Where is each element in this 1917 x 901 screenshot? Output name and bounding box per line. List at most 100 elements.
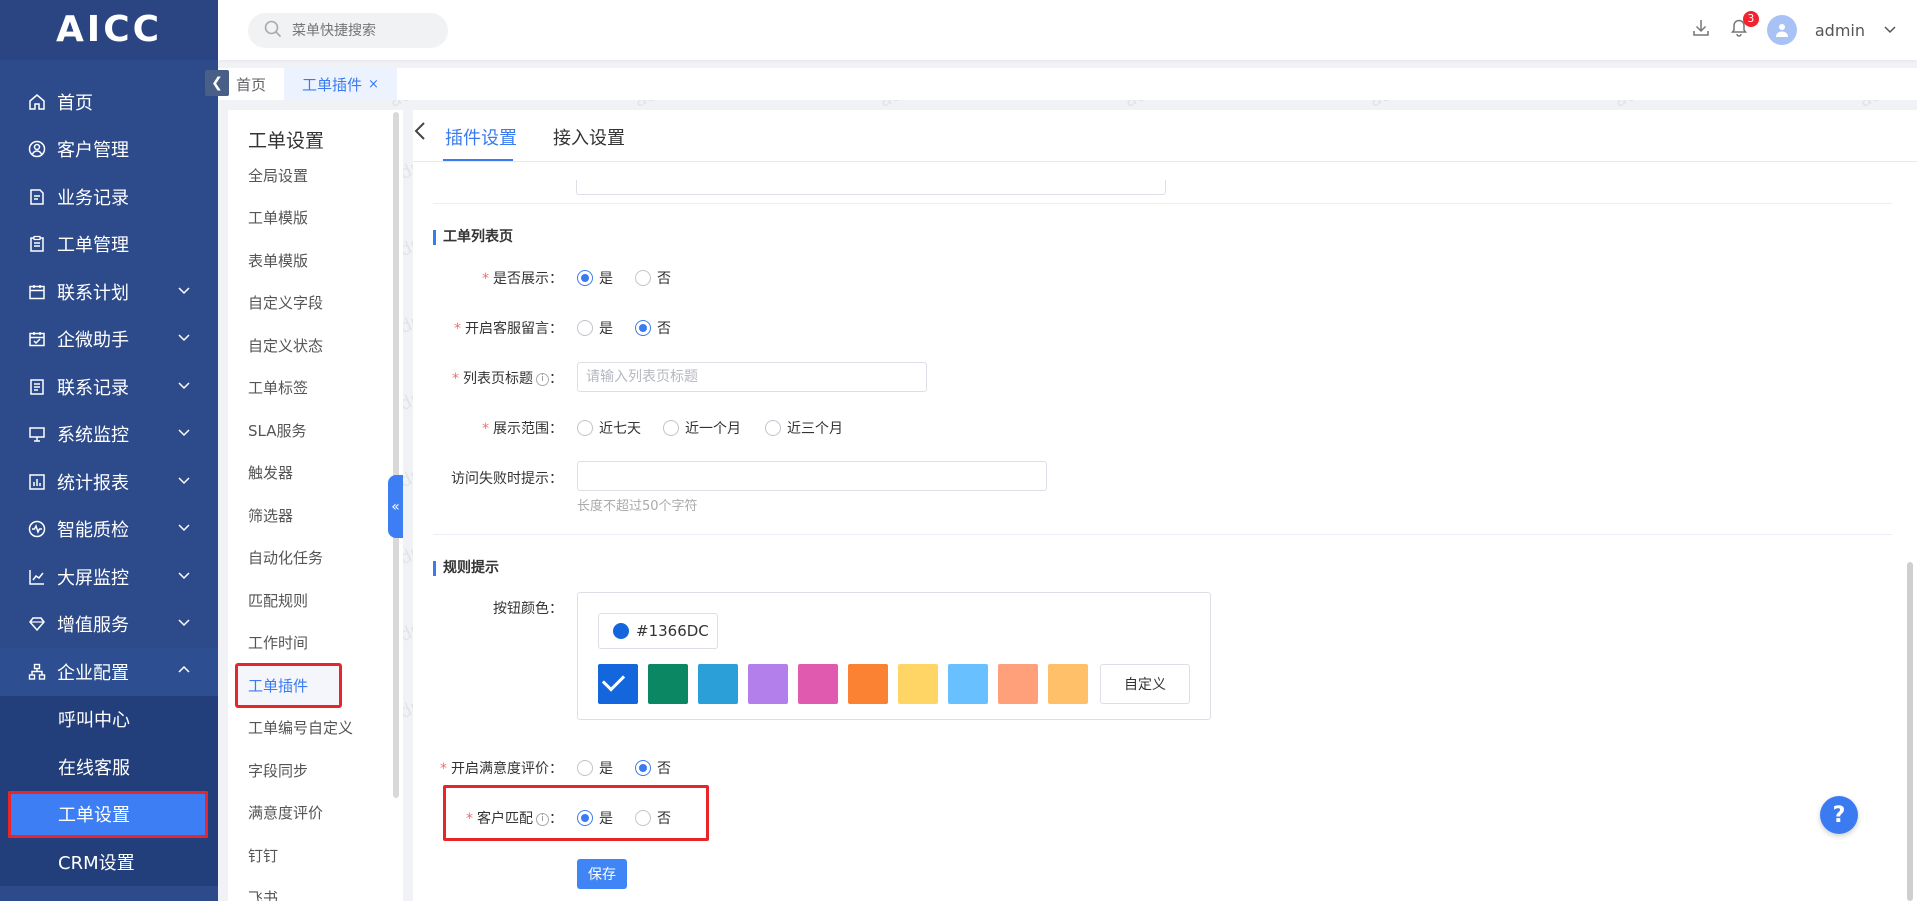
sidebar-item-label: 智能质检	[57, 520, 129, 542]
color-swatch[interactable]	[748, 664, 788, 704]
sidebar-subitem-2[interactable]: 工单设置	[8, 790, 208, 838]
submenu-item[interactable]: 触发器	[228, 452, 403, 495]
chevron-down-icon[interactable]	[1883, 21, 1897, 40]
sidebar-item-6[interactable]: 联系记录	[0, 363, 218, 411]
message-no-radio[interactable]: 否	[635, 318, 671, 338]
custom-color-button[interactable]: 自定义	[1100, 664, 1190, 704]
satisfaction-yes-radio[interactable]: 是	[577, 758, 613, 778]
section-title-list-page: 工单列表页	[433, 230, 513, 245]
satisfaction-no-radio[interactable]: 否	[635, 758, 671, 778]
sidebar-item-2[interactable]: 业务记录	[0, 173, 218, 221]
info-icon: i	[536, 372, 549, 386]
show-label: * 是否展示：	[482, 271, 563, 287]
page-tabs-bar: ❮ 首页 工单插件 ×	[205, 68, 1917, 100]
submenu-item[interactable]: 全局设置	[228, 154, 403, 197]
main-sidebar: AICC 首页 客户管理 业务记录 工单管理 联系计划 企微助手 联系记录 系统监控 统计报表智…	[0, 0, 218, 901]
sidebar-subitem-3[interactable]: CRM设置	[0, 838, 218, 886]
fail-tip-input[interactable]	[577, 461, 1047, 491]
sidebar-item-1[interactable]: 客户管理	[0, 126, 218, 174]
color-swatch[interactable]	[898, 664, 938, 704]
sidebar-item-10[interactable]: 大屏监控	[0, 553, 218, 601]
submenu-item[interactable]: 自定义字段	[228, 282, 403, 325]
sidebar-item-0[interactable]: 首页	[0, 78, 218, 126]
color-swatch[interactable]	[998, 664, 1038, 704]
submenu-item[interactable]: 工单编号自定义	[228, 707, 403, 750]
submenu-item[interactable]: 飞书	[228, 877, 403, 901]
sidebar-item-4[interactable]: 联系计划	[0, 268, 218, 316]
main-scrollbar[interactable]	[1907, 562, 1913, 901]
tab-plugin-settings[interactable]: 插件设置	[445, 124, 517, 150]
sidebar-item-11[interactable]: 增值服务	[0, 601, 218, 649]
submenu-scrollbar[interactable]	[393, 112, 399, 798]
chevron-down-icon	[178, 331, 190, 347]
color-swatch[interactable]	[848, 664, 888, 704]
download-icon[interactable]	[1691, 18, 1711, 42]
org-tree-icon	[27, 662, 47, 682]
sidebar-subitem-1[interactable]: 在线客服	[0, 743, 218, 791]
fail-tip-label: 访问失败时提示：	[451, 471, 563, 487]
clipboard-icon	[27, 234, 47, 254]
menu-search[interactable]	[248, 13, 448, 48]
plugin-tabs: 插件设置 接入设置	[413, 110, 1917, 162]
save-button[interactable]: 保存	[577, 859, 627, 889]
chevron-down-icon	[178, 284, 190, 300]
range-1month-radio[interactable]: 近一个月	[663, 418, 741, 438]
tab-ticket-plugin[interactable]: 工单插件 ×	[284, 68, 397, 100]
close-icon[interactable]: ×	[368, 77, 379, 92]
color-swatch[interactable]	[1048, 664, 1088, 704]
submenu-item[interactable]: SLA服务	[228, 409, 403, 452]
submenu-item[interactable]: 工作时间	[228, 622, 403, 665]
range-3months-radio[interactable]: 近三个月	[765, 418, 843, 438]
show-no-radio[interactable]: 否	[635, 268, 671, 288]
chevron-up-icon	[178, 664, 190, 680]
submenu-item[interactable]: 表单模版	[228, 239, 403, 282]
show-yes-radio[interactable]: 是	[577, 268, 613, 288]
color-swatch[interactable]	[948, 664, 988, 704]
list-title-input[interactable]	[577, 362, 927, 392]
submenu-item[interactable]: 工单模版	[228, 197, 403, 240]
submenu-item[interactable]: 满意度评价	[228, 792, 403, 835]
match-no-radio[interactable]: 否	[635, 808, 671, 828]
username[interactable]: admin	[1815, 21, 1865, 40]
color-swatch[interactable]	[598, 664, 638, 704]
help-button[interactable]: ?	[1820, 796, 1858, 834]
back-arrow-icon[interactable]	[413, 120, 427, 147]
color-swatch[interactable]	[648, 664, 688, 704]
tab-label: 首页	[236, 75, 267, 94]
collapse-submenu-button[interactable]: «	[388, 475, 403, 538]
color-swatch[interactable]	[798, 664, 838, 704]
top-header: 3 admin	[218, 0, 1917, 60]
color-swatch[interactable]	[698, 664, 738, 704]
submenu-item[interactable]: 字段同步	[228, 749, 403, 792]
match-yes-radio[interactable]: 是	[577, 808, 613, 828]
submenu-item[interactable]: 筛选器	[228, 494, 403, 537]
tab-access-settings[interactable]: 接入设置	[553, 124, 625, 150]
avatar[interactable]	[1766, 15, 1797, 45]
sidebar-item-3[interactable]: 工单管理	[0, 221, 218, 269]
submenu-item[interactable]: 工单插件	[235, 663, 342, 708]
submenu-item[interactable]: 钉钉	[228, 834, 403, 877]
submenu-item[interactable]: 工单标签	[228, 367, 403, 410]
sidebar-item-5[interactable]: 企微助手	[0, 316, 218, 364]
customer-match-label: * 客户匹配 i：	[466, 811, 563, 827]
current-color-display[interactable]: #1366DC	[598, 613, 718, 649]
sidebar-item-8[interactable]: 统计报表	[0, 458, 218, 506]
sidebar-subitem-0[interactable]: 呼叫中心	[0, 696, 218, 744]
chevron-down-icon	[178, 616, 190, 632]
chevron-down-icon	[178, 474, 190, 490]
submenu-item[interactable]: 自定义状态	[228, 324, 403, 367]
notification-bell-icon[interactable]: 3	[1729, 11, 1759, 42]
bar-chart-icon	[27, 472, 47, 492]
range-7days-radio[interactable]: 近七天	[577, 418, 641, 438]
sidebar-item-9[interactable]: 智能质检	[0, 506, 218, 554]
submenu-item[interactable]: 自动化任务	[228, 537, 403, 580]
submenu-item[interactable]: 匹配规则	[228, 579, 403, 622]
search-input[interactable]	[290, 21, 430, 40]
line-chart-icon	[27, 567, 47, 587]
sidebar-item-12[interactable]: 企业配置	[0, 648, 218, 696]
collapse-sidebar-button[interactable]: ❮	[205, 70, 229, 96]
double-chevron-left-icon: «	[391, 498, 400, 515]
sidebar-item-7[interactable]: 系统监控	[0, 411, 218, 459]
message-yes-radio[interactable]: 是	[577, 318, 613, 338]
color-dot	[613, 623, 629, 639]
